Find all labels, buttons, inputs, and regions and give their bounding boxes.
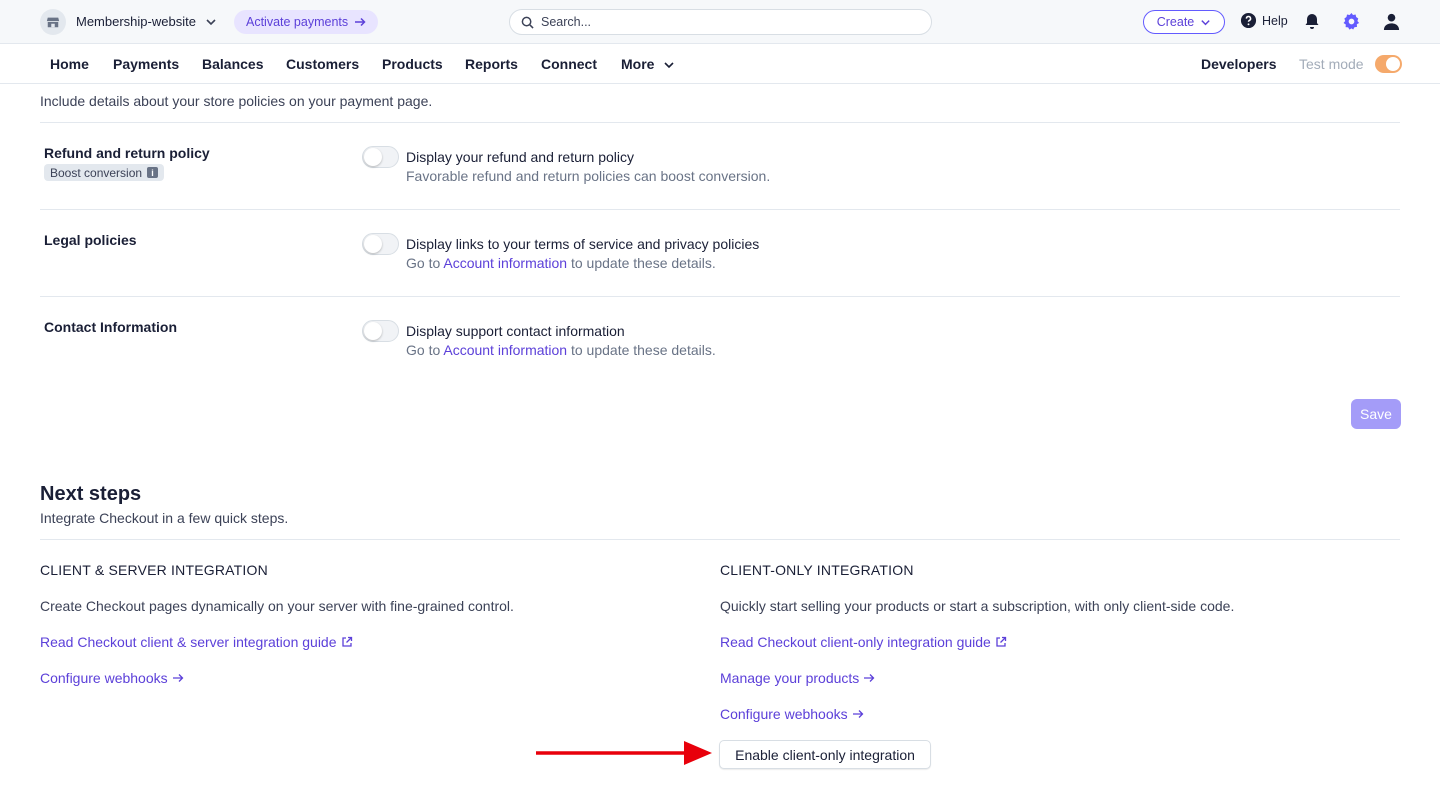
arrow-right-icon xyxy=(864,674,875,682)
configure-webhooks-link[interactable]: Configure webhooks xyxy=(40,670,184,686)
refund-policy-toggle[interactable] xyxy=(362,146,399,168)
help-icon xyxy=(1240,12,1257,29)
desc-suffix: to update these details. xyxy=(567,342,716,358)
search-input[interactable] xyxy=(541,14,921,30)
external-link-icon xyxy=(996,636,1006,647)
arrow-right-icon xyxy=(172,674,184,682)
client-server-guide-link[interactable]: Read Checkout client & server integratio… xyxy=(40,634,353,650)
store-icon[interactable] xyxy=(40,9,66,35)
contact-info-label: Contact Information xyxy=(44,319,177,335)
user-icon[interactable] xyxy=(1382,12,1401,31)
arrow-right-icon xyxy=(852,710,864,718)
refund-policy-title: Display your refund and return policy xyxy=(406,149,635,165)
legal-policies-toggle[interactable] xyxy=(362,233,399,255)
policies-intro: Include details about your store policie… xyxy=(40,93,433,109)
main-nav: Home Payments Balances Customers Product… xyxy=(0,44,1440,84)
top-bar: Membership-website Activate payments Cre… xyxy=(0,0,1440,44)
next-steps-title: Next steps xyxy=(40,483,142,505)
badge-label: Boost conversion xyxy=(50,165,143,180)
contact-info-title: Display support contact information xyxy=(406,323,625,339)
link-label: Read Checkout client & server integratio… xyxy=(40,634,337,650)
next-steps-subtitle: Integrate Checkout in a few quick steps. xyxy=(40,510,289,526)
client-only-text: Quickly start selling your products or s… xyxy=(720,598,1235,614)
create-label: Create xyxy=(1156,15,1195,29)
activate-payments-label: Activate payments xyxy=(246,15,349,29)
nav-balances[interactable]: Balances xyxy=(202,56,263,72)
toggle-knob xyxy=(364,148,382,166)
gear-icon[interactable] xyxy=(1342,12,1361,31)
annotation-arrow-icon xyxy=(536,741,712,765)
save-button[interactable]: Save xyxy=(1351,399,1401,429)
nav-reports[interactable]: Reports xyxy=(465,56,518,72)
nav-connect[interactable]: Connect xyxy=(541,56,597,72)
chevron-down-icon xyxy=(1201,19,1210,25)
bell-icon[interactable] xyxy=(1303,12,1321,30)
contact-info-toggle[interactable] xyxy=(362,320,399,342)
legal-policies-label: Legal policies xyxy=(44,232,137,248)
link-label: Configure webhooks xyxy=(40,670,168,686)
activate-payments-button[interactable]: Activate payments xyxy=(234,10,379,34)
client-server-heading: CLIENT & SERVER INTEGRATION xyxy=(40,562,268,578)
divider xyxy=(40,539,1400,540)
contact-info-desc: Go to Account information to update thes… xyxy=(406,342,716,358)
nav-products[interactable]: Products xyxy=(382,56,443,72)
account-information-link[interactable]: Account information xyxy=(443,255,567,271)
client-server-text: Create Checkout pages dynamically on you… xyxy=(40,598,514,614)
test-mode-toggle[interactable] xyxy=(1375,55,1402,73)
nav-more[interactable]: More xyxy=(621,56,654,72)
boost-conversion-badge: Boost conversion i xyxy=(44,164,165,181)
toggle-knob xyxy=(1386,57,1400,71)
legal-policies-title: Display links to your terms of service a… xyxy=(406,236,760,252)
divider xyxy=(40,209,1400,210)
configure-webhooks-link[interactable]: Configure webhooks xyxy=(720,706,864,722)
help-button[interactable]: Help xyxy=(1240,12,1288,29)
toggle-knob xyxy=(364,322,382,340)
link-label: Read Checkout client-only integration gu… xyxy=(720,634,991,650)
search-bar[interactable] xyxy=(509,9,932,35)
divider xyxy=(40,122,1400,123)
chevron-down-icon[interactable] xyxy=(663,59,675,71)
info-icon[interactable]: i xyxy=(147,167,159,178)
developers-link[interactable]: Developers xyxy=(1201,56,1276,72)
account-information-link[interactable]: Account information xyxy=(443,342,567,358)
manage-products-link[interactable]: Manage your products xyxy=(720,670,875,686)
divider xyxy=(40,296,1400,297)
nav-customers[interactable]: Customers xyxy=(286,56,359,72)
desc-prefix: Go to xyxy=(406,255,444,271)
arrow-right-icon xyxy=(355,17,366,27)
link-label: Configure webhooks xyxy=(720,706,848,722)
link-label: Manage your products xyxy=(720,670,860,686)
desc-prefix: Go to xyxy=(406,342,444,358)
refund-policy-label: Refund and return policy xyxy=(44,145,210,161)
toggle-knob xyxy=(364,235,382,253)
external-link-icon xyxy=(341,636,352,647)
client-only-heading: CLIENT-ONLY INTEGRATION xyxy=(720,562,914,578)
desc-suffix: to update these details. xyxy=(567,255,716,271)
test-mode-label: Test mode xyxy=(1299,56,1364,72)
refund-policy-desc: Favorable refund and return policies can… xyxy=(406,168,771,184)
chevron-down-icon[interactable] xyxy=(205,16,217,28)
create-button[interactable]: Create xyxy=(1143,10,1225,34)
search-icon xyxy=(521,16,534,29)
client-only-guide-link[interactable]: Read Checkout client-only integration gu… xyxy=(720,634,1007,650)
enable-client-only-integration-button[interactable]: Enable client-only integration xyxy=(719,740,931,769)
legal-policies-desc: Go to Account information to update thes… xyxy=(406,255,716,271)
nav-payments[interactable]: Payments xyxy=(113,56,179,72)
help-label: Help xyxy=(1262,13,1288,28)
account-name[interactable]: Membership-website xyxy=(76,14,196,29)
nav-home[interactable]: Home xyxy=(50,56,89,72)
